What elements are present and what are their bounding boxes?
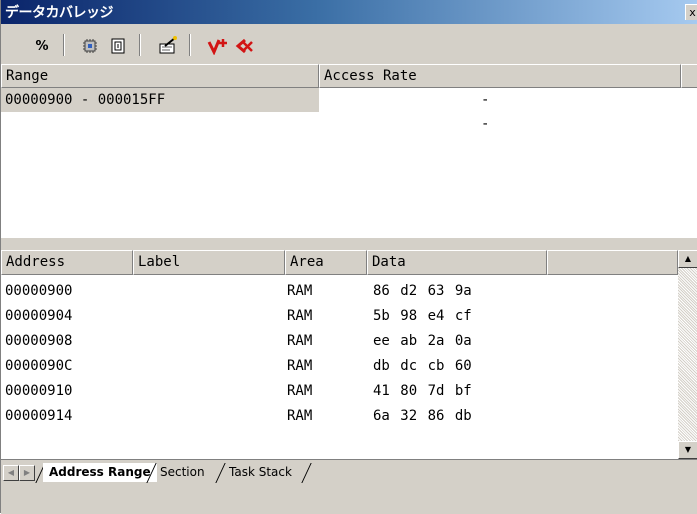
toolbar-separator [189,34,191,56]
data-table-header: Address Label Area Data [1,250,678,275]
data-coverage-window: データカバレッジ x % Range Access Rate 00000900 … [0,0,697,514]
data-list: 00000900 RAM 86 d2 63 9a 00000904 RAM 5b… [1,275,678,459]
tab-scroll-right-button[interactable]: ▶ [19,465,35,481]
info-button[interactable] [105,34,131,58]
vertical-scrollbar[interactable]: ▲ ▼ [678,250,697,459]
wand-edit-icon [159,36,177,54]
range-header-filler [681,64,697,88]
range-table-header: Range Access Rate [1,64,697,88]
remove-range-button[interactable] [231,34,257,58]
area-cell: RAM [287,358,313,374]
access-rate-column-header[interactable]: Access Rate [319,64,681,88]
chip-settings-icon [83,39,97,53]
table-row[interactable]: 00000908 RAM ee ab 2a 0a [1,329,678,353]
address-cell: 00000900 [5,283,73,299]
data-cell: ee ab 2a 0a [373,333,472,349]
label-column-header[interactable]: Label [133,250,285,275]
data-cell: 86 d2 63 9a [373,283,472,299]
data-column-header[interactable]: Data [367,250,547,275]
settings-button[interactable] [77,34,103,58]
area-cell: RAM [287,308,313,324]
tab-section[interactable]: Section [154,463,211,482]
address-cell: 00000908 [5,333,73,349]
area-column-header[interactable]: Area [285,250,367,275]
address-cell: 00000914 [5,408,73,424]
address-cell: 0000090C [5,358,73,374]
window-title: データカバレッジ [5,5,114,21]
toolbar-separator [63,34,65,56]
close-button[interactable]: x [685,4,697,20]
data-cell: 5b 98 e4 cf [373,308,472,324]
toolbar-separator [139,34,141,56]
range-column-header[interactable]: Range [1,64,319,88]
range-list: 00000900 - 000015FF -- [1,88,697,238]
percent-icon: % [35,38,49,54]
title-bar[interactable]: データカバレッジ x [1,0,697,24]
table-row[interactable]: 00000900 RAM 86 d2 63 9a [1,279,678,303]
edit-range-button[interactable] [155,34,181,58]
data-cell: 6a 32 86 db [373,408,472,424]
scroll-down-button[interactable]: ▼ [678,441,697,459]
tab-task-stack[interactable]: Task Stack [223,463,298,482]
data-cell: 41 80 7d bf [373,383,472,399]
area-cell: RAM [287,333,313,349]
area-cell: RAM [287,408,313,424]
add-red-icon [207,39,227,55]
area-cell: RAM [287,383,313,399]
table-row[interactable]: 00000910 RAM 41 80 7d bf [1,379,678,403]
tab-scroll-left-button[interactable]: ◀ [3,465,19,481]
toolbar: % [1,24,697,64]
area-cell: RAM [287,283,313,299]
percent-button[interactable]: % [29,34,55,58]
tab-bar: ◀ ▶ Address Range Section Task Stack [1,459,697,514]
document-info-icon [111,38,125,54]
table-row[interactable]: 0000090C RAM db dc cb 60 [1,354,678,378]
remove-red-icon [235,38,253,54]
table-row[interactable]: 00000914 RAM 6a 32 86 db [1,404,678,428]
add-range-button[interactable] [205,34,231,58]
scroll-up-button[interactable]: ▲ [678,250,697,268]
data-cell: db dc cb 60 [373,358,472,374]
tab-divider [301,463,312,483]
header-filler [547,250,678,275]
address-column-header[interactable]: Address [1,250,133,275]
access-rate-value: -- [481,92,490,132]
range-value: 00000900 - 000015FF [1,88,319,112]
table-row[interactable]: 00000904 RAM 5b 98 e4 cf [1,304,678,328]
tab-address-range[interactable]: Address Range [43,463,157,482]
address-cell: 00000910 [5,383,73,399]
address-cell: 00000904 [5,308,73,324]
